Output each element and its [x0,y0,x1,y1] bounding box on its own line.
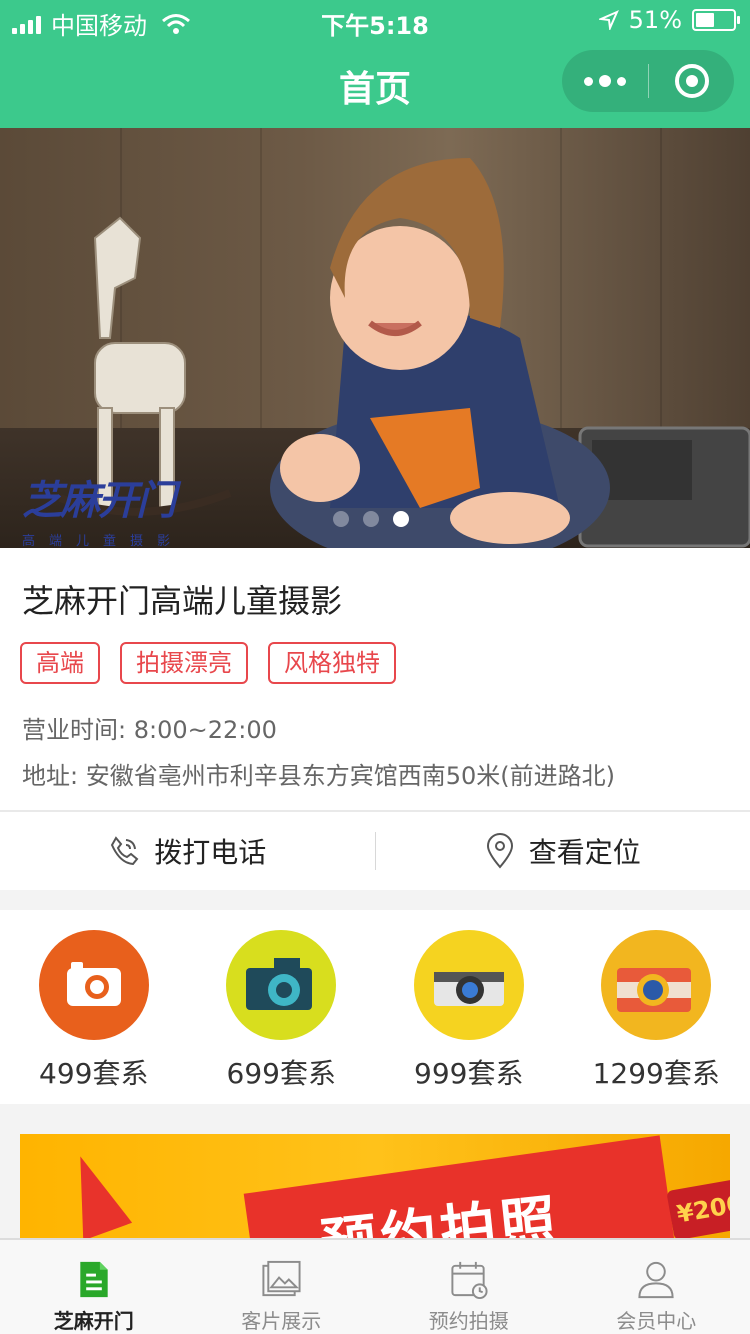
tag-badge: 风格独特 [268,642,396,684]
business-hours: 营业时间: 8:00~22:00 [22,710,277,745]
carousel-dot-active[interactable] [393,511,409,527]
package-999[interactable]: 999套系 [375,910,563,1104]
promo-price: ¥200 [666,1177,730,1238]
package-label: 1299套系 [592,1057,720,1090]
tab-gallery[interactable]: 客片展示 [188,1240,376,1334]
tag-badge: 高端 [20,642,100,684]
package-grid: 499套系 699套系 999套系 1299套系 [0,910,750,1104]
tag-badge: 拍摄漂亮 [120,642,248,684]
address-label: 地址: [22,762,79,790]
carousel-dot[interactable] [363,511,379,527]
status-bar: 中国移动 下午5:18 51% [0,0,750,40]
more-menu-button[interactable] [562,50,648,112]
package-499[interactable]: 499套系 [0,910,188,1104]
map-pin-icon [486,833,513,869]
tab-home[interactable]: 芝麻开门 [0,1240,188,1334]
package-label: 999套系 [414,1057,524,1090]
banner-carousel[interactable]: 芝麻开门 高端儿童摄影 [0,128,750,548]
location-label: 查看定位 [528,836,641,869]
gallery-icon [262,1260,301,1297]
shop-name: 芝麻开门高端儿童摄影 [22,582,343,620]
shop-tags: 高端 拍摄漂亮 风格独特 [20,642,396,684]
camera-icon [226,930,337,1040]
logo-text: 芝麻开门 [22,477,176,524]
tab-label: 客片展示 [241,1309,322,1333]
target-icon [674,64,709,98]
user-icon [638,1261,674,1299]
decorative-triangle [55,1147,133,1238]
tab-booking[interactable]: 预约拍摄 [375,1240,563,1334]
hours-label: 营业时间: [22,716,127,744]
hours-value: 8:00~22:00 [133,716,277,744]
shop-address: 地址: 安徽省亳州市利辛县东方宾馆西南50米(前进路北) [22,756,615,791]
battery-icon [692,9,740,31]
close-mini-program-button[interactable] [649,50,734,112]
camera-icon [38,930,149,1040]
package-1299[interactable]: 1299套系 [563,910,750,1104]
tab-label: 会员中心 [616,1309,697,1333]
camera-icon [413,930,524,1040]
document-icon [80,1261,108,1298]
tab-member[interactable]: 会员中心 [563,1240,750,1334]
tab-label: 预约拍摄 [428,1309,509,1333]
package-label: 699套系 [226,1057,336,1090]
phone-icon [111,836,139,866]
mini-program-capsule [562,50,734,112]
address-value: 安徽省亳州市利辛县东方宾馆西南50米(前进路北) [85,762,615,790]
carousel-indicators [333,511,409,527]
logo-subtitle: 高端儿童摄影 [22,534,185,548]
action-bar: 拨打电话 查看定位 [0,810,750,890]
location-arrow-icon [598,10,619,30]
calendar-icon [451,1261,488,1300]
carousel-dot[interactable] [333,511,349,527]
studio-logo: 芝麻开门 高端儿童摄影 [22,468,184,548]
tab-bar: 芝麻开门 客片展示 预约拍摄 会员中心 [0,1238,750,1334]
shop-info-card: 芝麻开门高端儿童摄影 高端 拍摄漂亮 风格独特 营业时间: 8:00~22:00… [0,548,750,810]
view-location-button[interactable]: 查看定位 [376,831,750,871]
tab-label: 芝麻开门 [53,1309,134,1333]
navigation-bar: 首页 [0,40,750,128]
battery-percent: 51% [628,6,682,34]
camera-icon [601,930,712,1040]
promo-banner[interactable]: 预约拍照 ¥200 [20,1134,730,1238]
status-right: 51% [598,6,740,34]
package-label: 499套系 [39,1057,149,1090]
package-699[interactable]: 699套系 [188,910,376,1104]
call-label: 拨打电话 [154,836,267,869]
call-phone-button[interactable]: 拨打电话 [0,831,375,871]
